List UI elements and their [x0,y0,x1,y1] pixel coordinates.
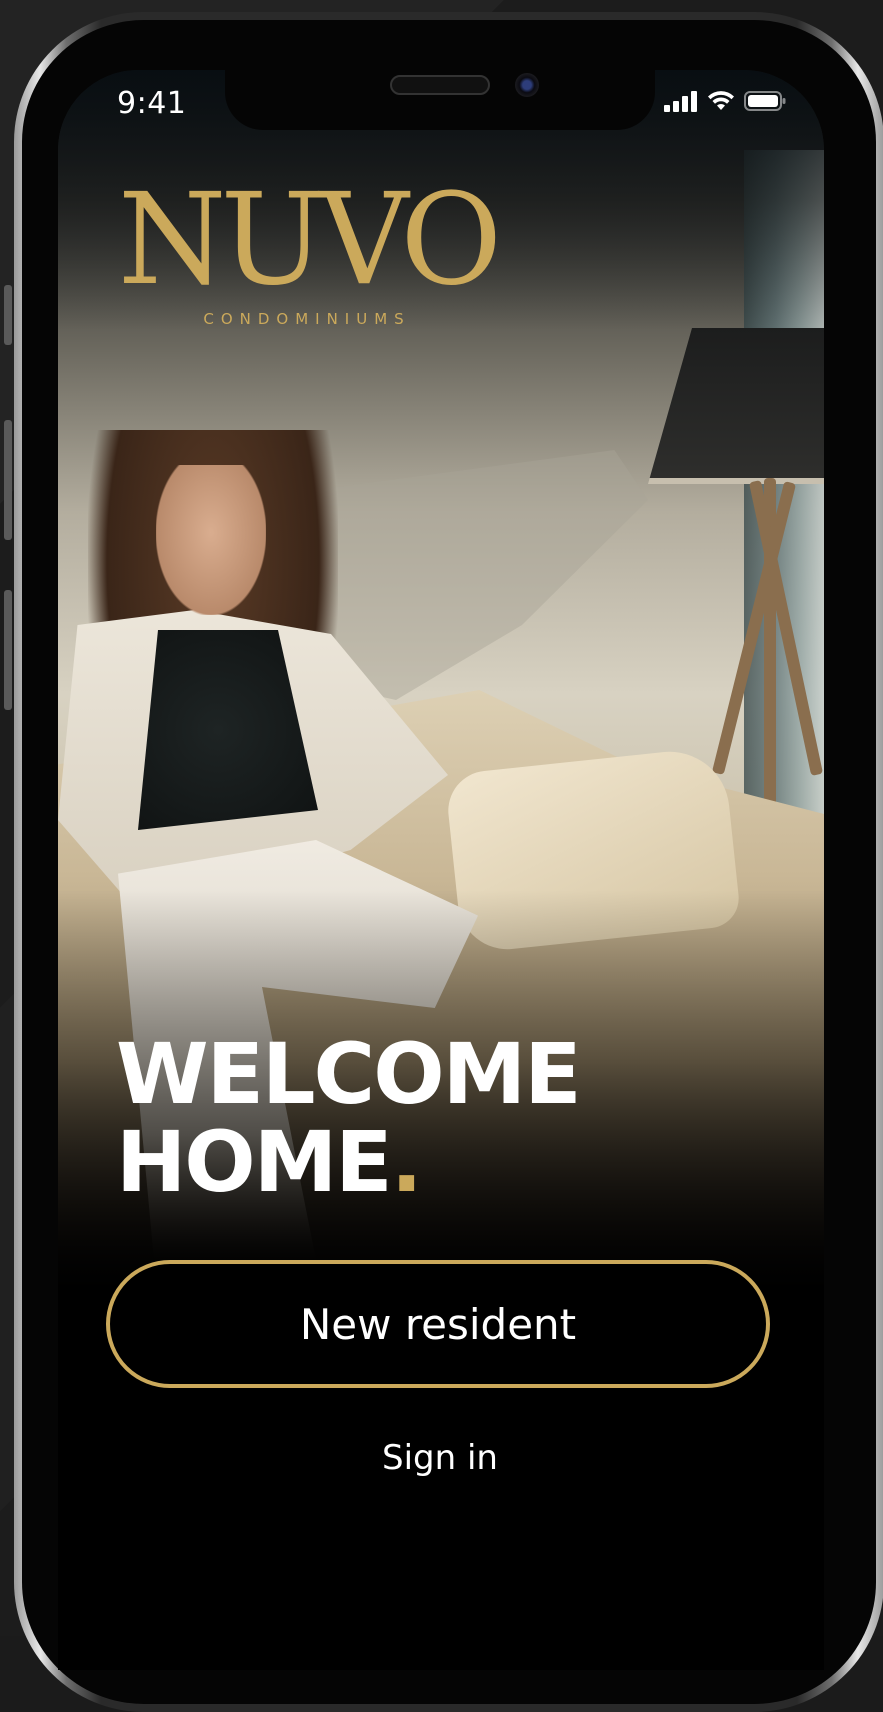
headline-line-2: HOME. [116,1118,580,1206]
cellular-signal-icon [664,91,697,112]
brand-logo: NUVO CONDOMINIUMS [112,166,502,328]
phone-side-button [4,285,12,345]
phone-volume-down-button [4,590,12,710]
status-time: 9:41 [117,86,187,121]
status-icons [664,90,786,112]
new-resident-button[interactable]: New resident [106,1260,770,1388]
headline-word-home: HOME [116,1113,393,1211]
brand-wordmark: NUVO [117,166,502,314]
headline-line-1: WELCOME [116,1025,582,1123]
phone-volume-up-button [4,420,12,540]
welcome-headline: WELCOME HOME. [116,1025,582,1206]
headline-accent-dot: . [390,1113,423,1211]
sign-in-link[interactable]: Sign in [330,1430,550,1486]
wifi-icon [708,91,734,110]
front-camera [515,73,539,97]
new-resident-label: New resident [299,1299,577,1349]
earpiece-speaker [390,75,490,95]
battery-icon [744,91,786,111]
